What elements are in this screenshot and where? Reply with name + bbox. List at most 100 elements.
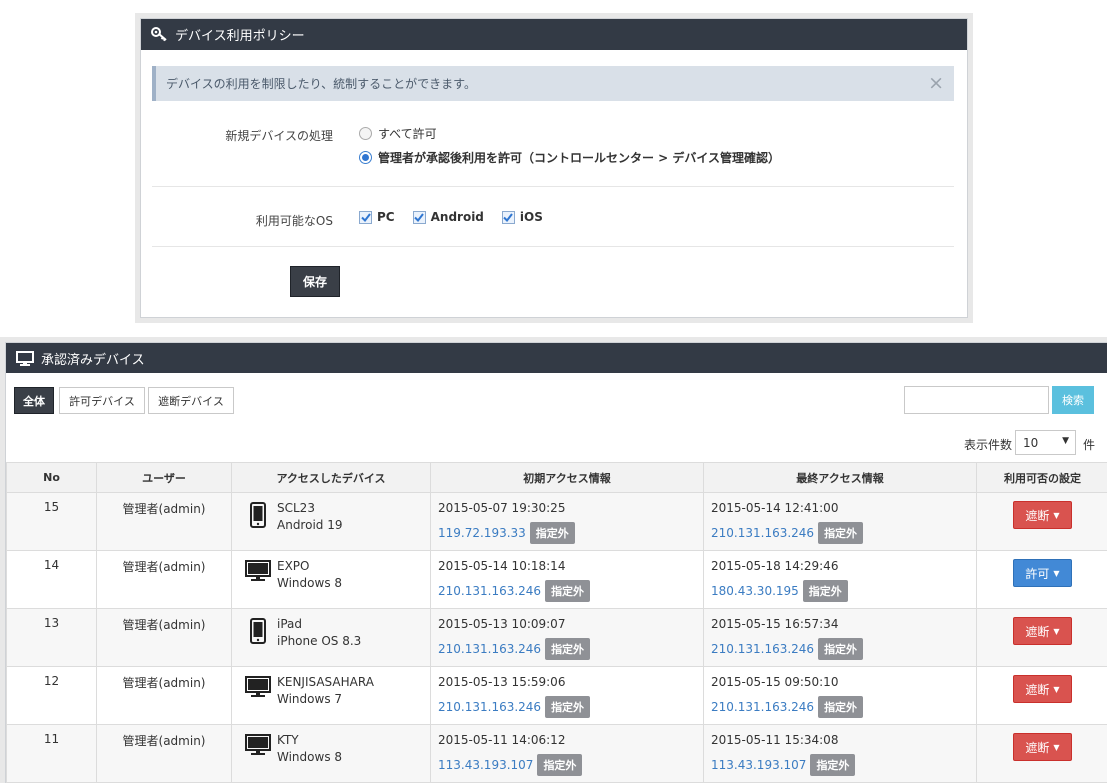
- os-checkbox-group: PC Android iOS: [359, 210, 561, 224]
- checkbox-ios-label: iOS: [519, 210, 543, 224]
- table-row: 15 管理者(admin) SCL23 Android 19 2015-05-07 19…: [6, 492, 1107, 551]
- new-device-label: 新規デバイスの処理: [225, 129, 333, 143]
- approved-devices-section: 承認済みデバイス 全体 許可デバイス 遮断デバイス 検索 表示件数 10 ▼ 件…: [0, 337, 1107, 783]
- row-user: 管理者(admin): [96, 550, 232, 609]
- table-row: 13 管理者(admin) iPad iPhone OS 8.3 2015-05-13 …: [6, 608, 1107, 667]
- last-access-time: 2015-05-15 16:57:34: [711, 617, 839, 631]
- radio-allow-all-indicator[interactable]: [359, 127, 372, 140]
- row-user: 管理者(admin): [96, 724, 232, 783]
- radio-admin-approval-indicator[interactable]: [359, 151, 372, 164]
- row-number: 14: [6, 550, 97, 609]
- caret-down-icon: ▼: [1053, 510, 1060, 520]
- device-policy-header: デバイス利用ポリシー: [141, 19, 967, 50]
- row-user: 管理者(admin): [96, 608, 232, 667]
- first-access-ip-link[interactable]: 113.43.193.107: [438, 758, 533, 772]
- info-alert: デバイスの利用を制限したり、統制することができます。 ×: [152, 66, 954, 101]
- last-access-time: 2015-05-11 15:34:08: [711, 733, 839, 747]
- first-access-ip-link[interactable]: 210.131.163.246: [438, 642, 541, 656]
- search-input[interactable]: [904, 386, 1049, 414]
- filter-all-button[interactable]: 全体: [14, 387, 54, 414]
- monitor-icon: [16, 350, 34, 366]
- caret-down-icon: ▼: [1053, 626, 1060, 636]
- column-header: No: [6, 462, 97, 493]
- first-access-time: 2015-05-11 14:06:12: [438, 733, 566, 747]
- last-access-time: 2015-05-14 12:41:00: [711, 501, 839, 515]
- block-dropdown-button[interactable]: 遮断 ▼: [1013, 501, 1072, 529]
- filter-allowed-button[interactable]: 許可デバイス: [59, 387, 145, 414]
- per-page-label: 表示件数: [964, 438, 1013, 452]
- approved-devices-panel: 承認済みデバイス 全体 許可デバイス 遮断デバイス 検索 表示件数 10 ▼ 件…: [5, 342, 1107, 783]
- last-access-ip-link[interactable]: 210.131.163.246: [711, 526, 814, 540]
- key-icon: [151, 27, 168, 42]
- row-last-access: 2015-05-15 09:50:10 210.131.163.246 指定外: [703, 666, 977, 725]
- device-policy-title: デバイス利用ポリシー: [175, 29, 305, 44]
- last-access-ip-link[interactable]: 113.43.193.107: [711, 758, 806, 772]
- row-first-access: 2015-05-13 10:09:07 210.131.163.246 指定外: [430, 608, 704, 667]
- column-header: 利用可否の設定: [976, 462, 1107, 493]
- desktop-icon: [239, 558, 277, 592]
- device-os: iPhone OS 8.3: [277, 634, 362, 648]
- row-action: 遮断 ▼: [976, 492, 1107, 551]
- smartphone-icon: [239, 616, 277, 650]
- device-name: iPad: [277, 617, 303, 631]
- info-alert-text: デバイスの利用を制限したり、統制することができます。: [166, 77, 476, 91]
- status-badge: 指定外: [818, 696, 864, 718]
- save-button[interactable]: 保存: [290, 266, 340, 297]
- smartphone-icon: [239, 500, 277, 534]
- block-dropdown-button[interactable]: 遮断 ▼: [1013, 675, 1072, 703]
- status-badge: 指定外: [802, 580, 848, 602]
- action-label: 遮断: [1025, 740, 1050, 755]
- first-access-ip-link[interactable]: 119.72.193.33: [438, 526, 526, 540]
- checkmark-icon[interactable]: [412, 210, 426, 224]
- first-access-time: 2015-05-14 10:18:14: [438, 559, 566, 573]
- status-badge: 指定外: [810, 754, 856, 776]
- row-number: 13: [6, 608, 97, 667]
- checkbox-android[interactable]: Android: [412, 210, 484, 224]
- device-os: Windows 7: [277, 692, 343, 706]
- action-label: 遮断: [1025, 682, 1050, 697]
- search-button[interactable]: 検索: [1052, 386, 1094, 414]
- checkbox-ios[interactable]: iOS: [501, 210, 543, 224]
- row-device: iPad iPhone OS 8.3: [231, 608, 431, 667]
- first-access-ip-link[interactable]: 210.131.163.246: [438, 700, 541, 714]
- row-first-access: 2015-05-11 14:06:12 113.43.193.107 指定外: [430, 724, 704, 783]
- device-name: SCL23: [277, 501, 315, 515]
- row-action: 遮断 ▼: [976, 724, 1107, 783]
- allow-dropdown-button[interactable]: 許可 ▼: [1013, 559, 1072, 587]
- caret-down-icon: ▼: [1053, 742, 1060, 752]
- block-dropdown-button[interactable]: 遮断 ▼: [1013, 617, 1072, 645]
- filter-blocked-button[interactable]: 遮断デバイス: [148, 387, 234, 414]
- checkmark-icon[interactable]: [501, 210, 515, 224]
- block-dropdown-button[interactable]: 遮断 ▼: [1013, 733, 1072, 761]
- action-label: 遮断: [1025, 624, 1050, 639]
- last-access-ip-link[interactable]: 210.131.163.246: [711, 700, 814, 714]
- status-badge: 指定外: [529, 522, 575, 544]
- column-header: ユーザー: [96, 462, 232, 493]
- last-access-ip-link[interactable]: 210.131.163.246: [711, 642, 814, 656]
- row-action: 遮断 ▼: [976, 608, 1107, 667]
- first-access-time: 2015-05-07 19:30:25: [438, 501, 566, 515]
- radio-admin-approval[interactable]: 管理者が承認後利用を許可（コントロールセンター > デバイス管理確認）: [359, 149, 780, 166]
- first-access-ip-link[interactable]: 210.131.163.246: [438, 584, 541, 598]
- os-label: 利用可能なOS: [255, 214, 333, 228]
- action-label: 許可: [1025, 566, 1050, 581]
- action-label: 遮断: [1025, 508, 1050, 523]
- row-action: 遮断 ▼: [976, 666, 1107, 725]
- last-access-ip-link[interactable]: 180.43.30.195: [711, 584, 799, 598]
- first-access-time: 2015-05-13 15:59:06: [438, 675, 566, 689]
- device-policy-panel: デバイス利用ポリシー デバイスの利用を制限したり、統制することができます。 × …: [140, 18, 968, 318]
- per-page-value: 10: [1023, 435, 1039, 450]
- first-access-time: 2015-05-13 10:09:07: [438, 617, 566, 631]
- last-access-time: 2015-05-15 09:50:10: [711, 675, 839, 689]
- table-row: 11 管理者(admin) KTY Windows 8 2015-05-11 14:06…: [6, 724, 1107, 783]
- device-os: Android 19: [277, 518, 343, 532]
- checkbox-pc[interactable]: PC: [359, 210, 395, 224]
- close-icon[interactable]: ×: [928, 72, 944, 94]
- approved-devices-header: 承認済みデバイス: [6, 343, 1107, 373]
- status-badge: 指定外: [537, 754, 583, 776]
- row-number: 15: [6, 492, 97, 551]
- radio-allow-all[interactable]: すべて許可: [359, 125, 437, 142]
- row-last-access: 2015-05-15 16:57:34 210.131.163.246 指定外: [703, 608, 977, 667]
- per-page-select[interactable]: 10 ▼: [1015, 430, 1076, 455]
- checkmark-icon[interactable]: [359, 210, 372, 224]
